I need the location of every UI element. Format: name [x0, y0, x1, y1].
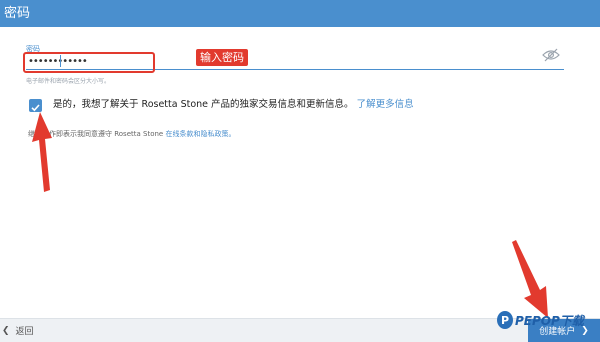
annotation-highlight-box: [23, 52, 155, 73]
consent-label: 是的，我想了解关于 Rosetta Stone 产品的独家交易信息和更新信息。: [53, 99, 354, 110]
back-label: 返回: [15, 327, 34, 337]
annotation-arrow-down: [512, 240, 548, 318]
annotation-arrow-up: [32, 112, 52, 192]
password-hint: 电子邮件和密码会区分大小写。: [26, 78, 111, 85]
terms-link[interactable]: 在线条款和隐私政策。: [165, 130, 235, 138]
eye-off-icon[interactable]: [542, 48, 560, 62]
chevron-left-icon: ❮: [2, 325, 10, 336]
page-title-bar: 密码: [0, 0, 600, 27]
watermark-text: PEPOP下载: [515, 313, 584, 328]
back-button[interactable]: ❮ 返回: [2, 324, 34, 338]
watermark-logo: P: [497, 311, 513, 329]
annotation-label: 输入密码: [196, 49, 248, 66]
consent-text: 是的，我想了解关于 Rosetta Stone 产品的独家交易信息和更新信息。 …: [53, 98, 414, 112]
learn-more-link[interactable]: 了解更多信息: [357, 99, 414, 110]
consent-checkbox[interactable]: [29, 99, 42, 112]
watermark: P PEPOP下载: [497, 311, 584, 329]
page-title: 密码: [4, 6, 31, 21]
